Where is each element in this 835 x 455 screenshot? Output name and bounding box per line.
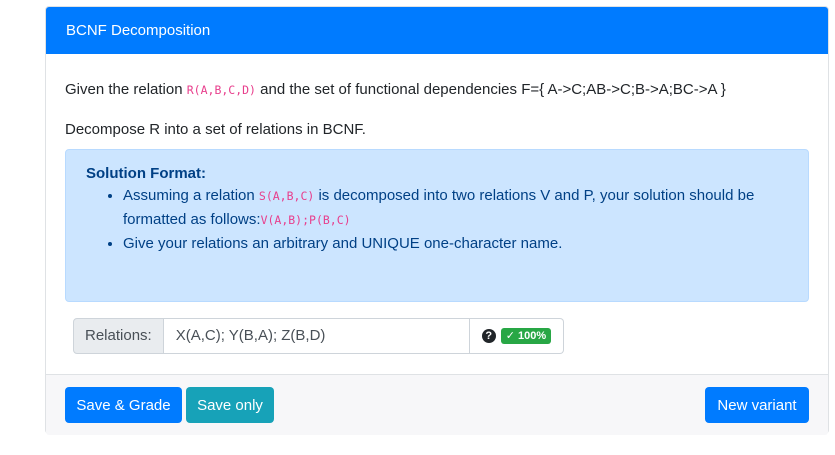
card-footer: Save & Grade Save only New variant [46,374,828,435]
format-bullet-1: Assuming a relation S(A,B,C) is decompos… [123,184,788,232]
format-bullet-2: Give your relations an arbitrary and UNI… [123,232,788,255]
score-badge: ✓ 100% [500,328,552,344]
question-card: BCNF Decomposition Given the relation R(… [45,6,829,435]
card-title: BCNF Decomposition [46,7,828,54]
new-variant-button[interactable]: New variant [705,387,809,423]
save-and-grade-button[interactable]: Save & Grade [65,387,182,423]
format-list: Assuming a relation S(A,B,C) is decompos… [86,184,788,255]
relations-label: Relations: [73,318,164,354]
relations-input[interactable] [163,318,470,354]
relation-code: R(A,B,C,D) [186,83,256,97]
question-task: Decompose R into a set of relations in B… [65,121,366,138]
score-value: 100% [517,330,547,342]
answer-input-group: Relations: ? ✓ 100% [73,318,565,354]
dependencies-text: and the set of functional dependencies F… [256,81,726,98]
solution-format-title: Solution Format: [86,165,206,182]
example-relation-code: S(A,B,C) [258,189,315,203]
solution-format-box: Solution Format: Assuming a relation S(A… [65,149,809,302]
save-only-button[interactable]: Save only [186,387,274,423]
answer-feedback: ? ✓ 100% [469,318,565,354]
check-icon: ✓ [505,330,515,342]
question-intro: Given the relation R(A,B,C,D) and the se… [65,80,726,100]
example-solution-code: V(A,B);P(B,C) [260,213,351,227]
intro-text: Given the relation [65,81,187,98]
help-icon[interactable]: ? [481,329,496,343]
bullet1-text-start: Assuming a relation [123,187,259,204]
